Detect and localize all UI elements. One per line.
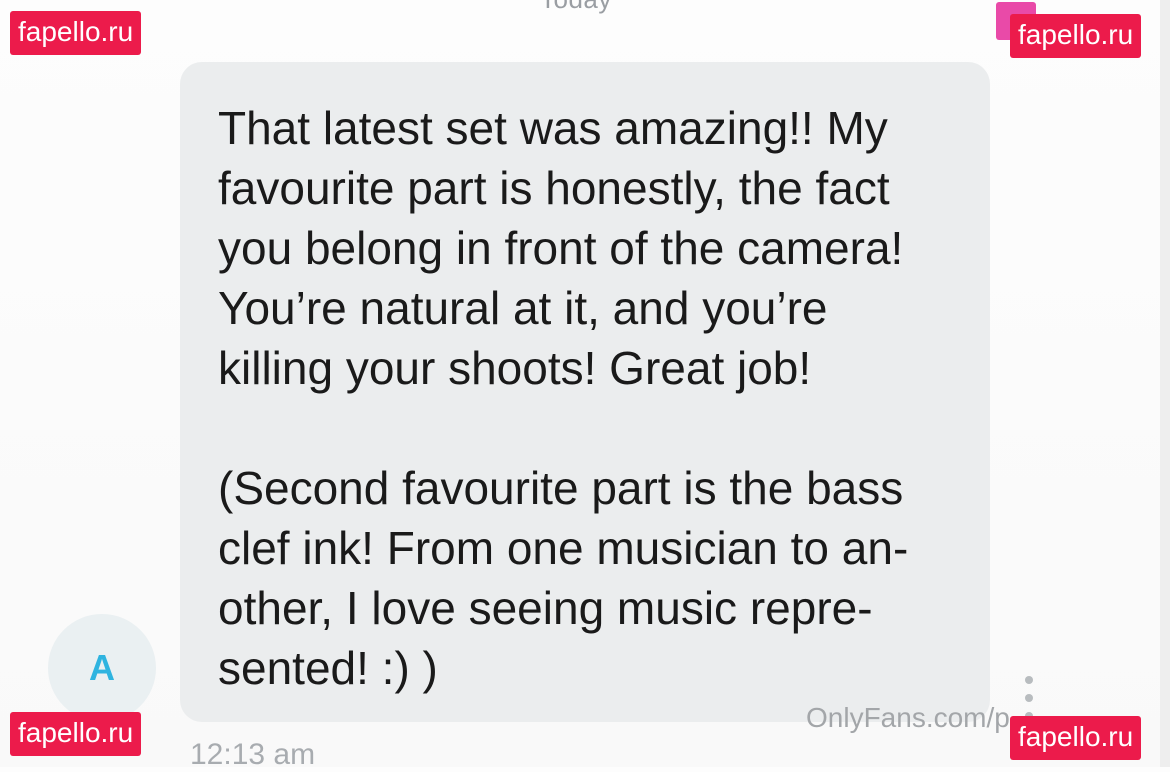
- watermark-badge-bottom-right: fapello.ru: [1010, 716, 1142, 760]
- date-header: Today: [540, 0, 612, 15]
- more-vertical-icon[interactable]: [1022, 676, 1036, 720]
- message-text: That latest set was amazing!! My favouri…: [218, 102, 909, 694]
- avatar-initial: A: [89, 647, 115, 688]
- watermark-badge-top-right: fapello.ru: [1010, 14, 1142, 58]
- watermark-badge-top-left: fapello.ru: [10, 11, 142, 55]
- scroll-edge: [1160, 0, 1170, 767]
- message-bubble[interactable]: That latest set was amazing!! My favouri…: [180, 62, 990, 722]
- source-watermark: OnlyFans.com/p: [806, 702, 1010, 733]
- watermark-badge-bottom-left: fapello.ru: [10, 712, 142, 756]
- sender-avatar[interactable]: A: [48, 614, 156, 722]
